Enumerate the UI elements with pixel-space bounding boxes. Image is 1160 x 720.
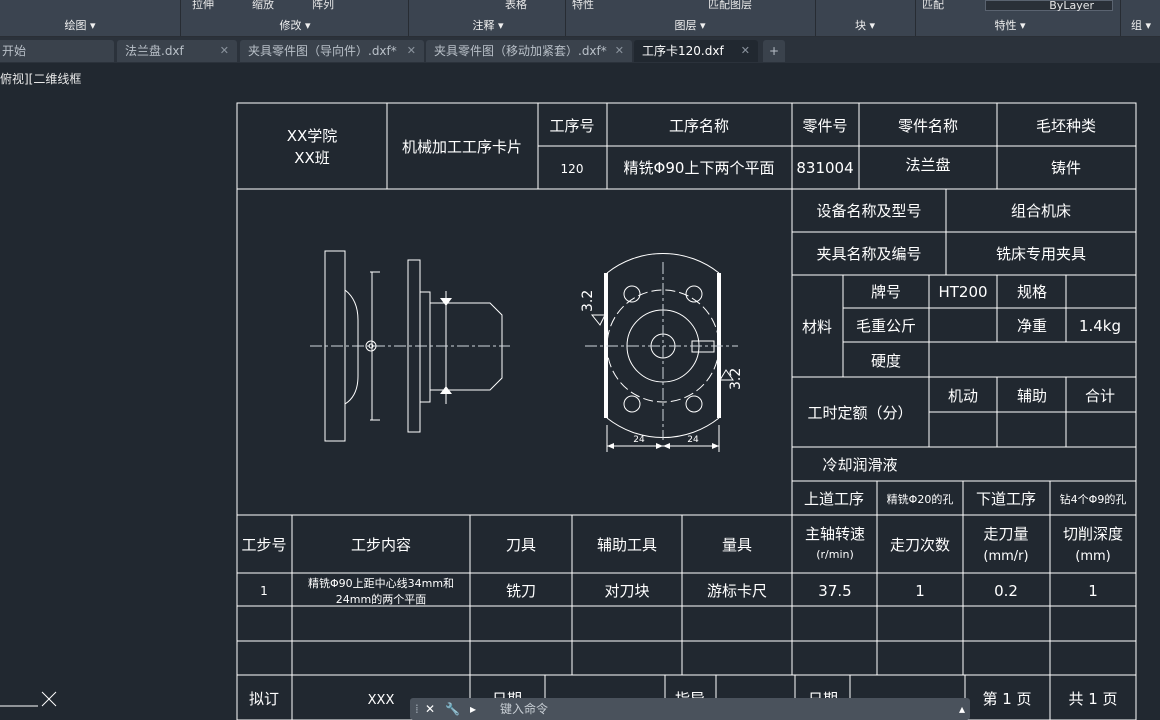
- drawing-sheet: XX学院 XX班 机械加工工序卡片 工序号 120 工序名称 精铣Φ90上下两个…: [0, 102, 1137, 720]
- feed-header: 走刀量: [983, 525, 1028, 543]
- drafter-name: XXX: [368, 693, 395, 708]
- op-name-value: 精铣Φ90上下两个平面: [624, 159, 775, 177]
- fixture-label: 夹具名称及编号: [816, 245, 921, 263]
- class-name: XX班: [294, 149, 330, 167]
- grade-label: 牌号: [871, 283, 901, 301]
- op-name-label: 工序名称: [669, 117, 729, 135]
- grade-value: HT200: [938, 283, 987, 301]
- page-number: 第 1 页: [982, 690, 1031, 708]
- prev-op-label: 上道工序: [804, 490, 864, 508]
- wrench-icon[interactable]: 🔧: [445, 698, 460, 720]
- roughness-left: 3.2: [580, 290, 596, 312]
- step-spindle-speed: 37.5: [818, 582, 851, 600]
- part-name-label: 零件名称: [898, 117, 958, 135]
- spindle-speed-unit: (r/min): [816, 548, 854, 561]
- school-name: XX学院: [287, 127, 338, 145]
- fixture-value: 铣床专用夹具: [996, 245, 1086, 263]
- hardness-label: 硬度: [871, 352, 901, 370]
- close-icon[interactable]: ✕: [425, 698, 435, 720]
- drafter-label: 拟订: [249, 690, 279, 708]
- time-quota-label: 工时定额（分）: [807, 404, 912, 422]
- step-tool: 铣刀: [506, 582, 536, 600]
- grip-icon: ⁞: [415, 702, 419, 716]
- step-passes: 1: [915, 582, 925, 600]
- step-depth: 1: [1088, 582, 1098, 600]
- prompt-icon: ▸: [470, 702, 477, 716]
- feed-unit: (mm/r): [983, 549, 1028, 564]
- part-name-value: 法兰盘: [905, 156, 950, 174]
- chevron-up-icon[interactable]: ▴: [959, 698, 965, 720]
- equip-value: 组合机床: [1011, 202, 1071, 220]
- dimension-right: 24: [687, 435, 699, 445]
- step-gauge: 游标卡尺: [707, 582, 767, 600]
- depth-unit: (mm): [1075, 549, 1110, 564]
- coolant-label: 冷却润滑液: [822, 456, 897, 474]
- flange-side-view: [310, 250, 510, 442]
- spec-label: 规格: [1017, 283, 1047, 301]
- next-op-value: 钻4个Φ9的孔: [1060, 492, 1127, 506]
- step-feed: 0.2: [994, 582, 1018, 600]
- command-line[interactable]: ⁞ ✕ 🔧 ▸ 键入命令 ▴: [410, 698, 970, 720]
- card-title: 机械加工工序卡片: [402, 138, 522, 156]
- ucs-icon: [0, 691, 57, 707]
- prev-op-value: 精铣Φ20的孔: [887, 492, 954, 506]
- next-op-label: 下道工序: [976, 490, 1036, 508]
- dimension-left: 24: [633, 435, 645, 445]
- command-input[interactable]: 键入命令: [500, 698, 548, 720]
- step-content-line1: 精铣Φ90上距中心线34mm和: [308, 576, 454, 590]
- part-no-value: 831004: [796, 159, 853, 177]
- step-aux-tool: 对刀块: [604, 582, 649, 600]
- part-no-label: 零件号: [802, 117, 847, 135]
- step-content-line2: 24mm的两个平面: [336, 592, 426, 606]
- depth-header: 切削深度: [1063, 525, 1123, 543]
- blank-label: 毛坯种类: [1036, 117, 1096, 135]
- step-no: 1: [260, 584, 268, 598]
- op-no-value: 120: [561, 162, 584, 176]
- total-time-label: 合计: [1085, 387, 1115, 405]
- gauge-header: 量具: [722, 536, 752, 554]
- net-weight-label: 净重: [1017, 317, 1047, 335]
- gross-weight-label: 毛重公斤: [856, 317, 916, 335]
- roughness-right: 3.2: [728, 368, 744, 390]
- equip-label: 设备名称及型号: [816, 202, 921, 220]
- step-content-header: 工步内容: [351, 536, 411, 554]
- passes-header: 走刀次数: [890, 536, 950, 554]
- spindle-speed-header: 主轴转速: [805, 525, 865, 543]
- aux-time-label: 辅助: [1017, 387, 1047, 405]
- machine-time-label: 机动: [948, 387, 978, 405]
- op-no-label: 工序号: [549, 117, 594, 135]
- step-no-header: 工步号: [241, 536, 286, 554]
- aux-tool-header: 辅助工具: [597, 536, 657, 554]
- page-total: 共 1 页: [1068, 690, 1117, 708]
- net-weight-value: 1.4kg: [1079, 317, 1121, 335]
- material-label: 材料: [802, 318, 832, 336]
- blank-value: 铸件: [1051, 159, 1081, 177]
- tool-header: 刀具: [506, 536, 536, 554]
- flange-front-view: [585, 252, 738, 452]
